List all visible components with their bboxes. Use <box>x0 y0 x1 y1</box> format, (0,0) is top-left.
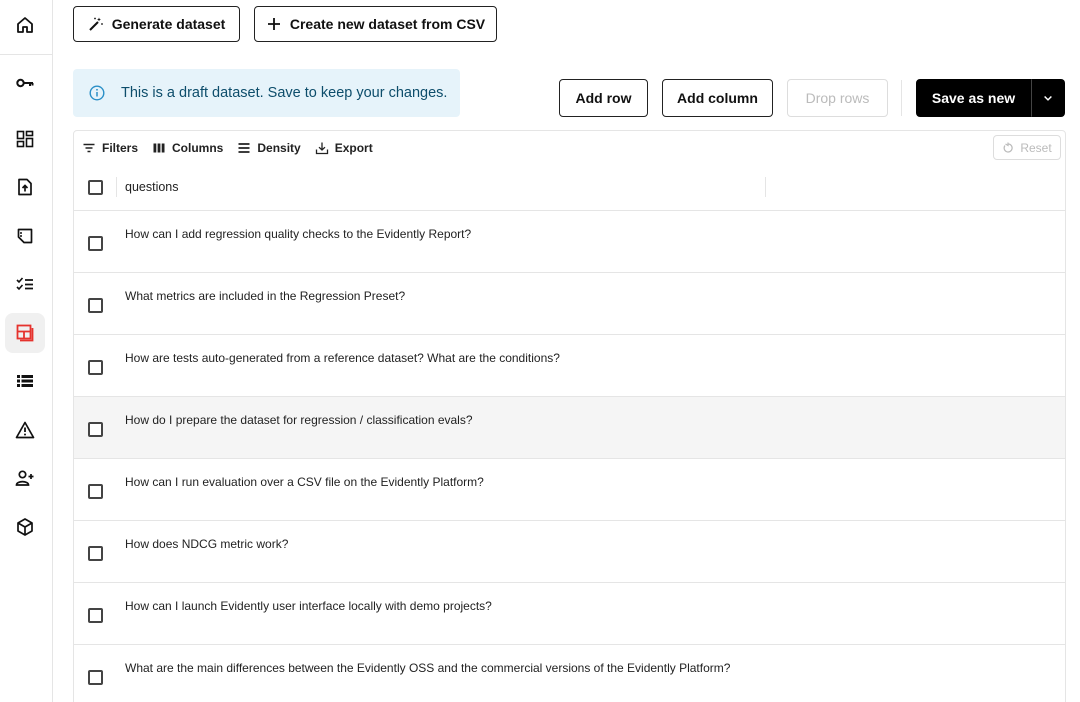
sidebar-item-dashboard[interactable] <box>5 119 45 159</box>
export-label: Export <box>334 141 373 155</box>
key-icon <box>16 78 34 88</box>
column-header-questions[interactable]: questions <box>125 180 179 194</box>
generate-dataset-button[interactable]: Generate dataset <box>73 6 240 42</box>
sidebar-item-datasets[interactable] <box>5 313 45 353</box>
row-checkbox[interactable] <box>88 608 103 623</box>
table-row[interactable]: How does NDCG metric work? <box>74 521 1065 583</box>
density-button[interactable]: Density <box>237 141 301 155</box>
grid-toolbar: Filters Columns Density Export Reset <box>74 131 1065 165</box>
download-icon <box>315 142 328 155</box>
column-resize-handle[interactable] <box>765 177 766 197</box>
cube-icon <box>17 518 33 536</box>
upload-file-icon <box>18 178 32 196</box>
question-cell[interactable]: What metrics are included in the Regress… <box>125 289 405 303</box>
sidebar-item-alerts[interactable] <box>5 410 45 450</box>
column-separator <box>116 177 117 197</box>
row-checkbox[interactable] <box>88 422 103 437</box>
columns-label: Columns <box>172 141 224 155</box>
row-checkbox[interactable] <box>88 484 103 499</box>
density-icon <box>238 143 250 153</box>
add-user-icon <box>15 470 34 486</box>
row-checkbox[interactable] <box>88 360 103 375</box>
add-row-label: Add row <box>575 90 632 106</box>
warning-icon <box>15 421 35 439</box>
save-as-new-label: Save as new <box>931 90 1016 106</box>
home-icon <box>17 17 33 33</box>
sidebar-item-api-keys[interactable] <box>5 63 45 103</box>
table-row[interactable]: How can I launch Evidently user interfac… <box>74 583 1065 645</box>
dashboard-icon <box>16 130 34 148</box>
sidebar <box>0 0 53 702</box>
row-checkbox[interactable] <box>88 546 103 561</box>
generate-dataset-label: Generate dataset <box>111 16 226 32</box>
add-column-button[interactable]: Add column <box>662 79 773 117</box>
list-icon <box>17 375 33 387</box>
sidebar-divider <box>0 54 53 55</box>
sidebar-item-documents[interactable] <box>5 216 45 256</box>
document-icon <box>17 228 33 244</box>
create-dataset-from-csv-button[interactable]: Create new dataset from CSV <box>254 6 497 42</box>
table-row[interactable]: How can I add regression quality checks … <box>74 211 1065 273</box>
question-cell[interactable]: How can I run evaluation over a CSV file… <box>125 475 484 489</box>
export-button[interactable]: Export <box>315 141 373 155</box>
density-label: Density <box>257 141 301 155</box>
sidebar-item-list[interactable] <box>5 361 45 401</box>
drop-rows-button[interactable]: Drop rows <box>787 79 888 117</box>
checklist-icon <box>16 277 33 291</box>
columns-button[interactable]: Columns <box>152 141 223 155</box>
columns-icon <box>153 143 165 153</box>
chevron-down-icon <box>1044 95 1052 101</box>
row-checkbox[interactable] <box>88 298 103 313</box>
table-header: questions <box>74 165 1065 211</box>
add-row-button[interactable]: Add row <box>559 79 648 117</box>
add-column-label: Add column <box>677 90 758 106</box>
question-cell[interactable]: How can I launch Evidently user interfac… <box>125 599 492 613</box>
create-dataset-from-csv-label: Create new dataset from CSV <box>289 16 486 32</box>
plus-icon <box>267 18 280 30</box>
question-cell[interactable]: What are the main differences between th… <box>125 661 730 675</box>
sidebar-item-models[interactable] <box>5 507 45 547</box>
sidebar-item-upload[interactable] <box>5 167 45 207</box>
draft-alert: This is a draft dataset. Save to keep yo… <box>73 69 460 117</box>
table-row[interactable]: What are the main differences between th… <box>74 645 1065 702</box>
row-checkbox[interactable] <box>88 236 103 251</box>
select-all-checkbox[interactable] <box>88 180 103 195</box>
save-as-new-button[interactable]: Save as new <box>916 79 1031 117</box>
reset-button[interactable]: Reset <box>993 135 1061 160</box>
question-cell[interactable]: How can I add regression quality checks … <box>125 227 471 241</box>
dataset-grid: Filters Columns Density Export Reset que… <box>73 130 1066 702</box>
filters-label: Filters <box>102 141 139 155</box>
magic-wand-icon <box>88 17 103 31</box>
drop-rows-label: Drop rows <box>805 90 870 106</box>
info-icon <box>89 85 105 101</box>
reset-icon <box>1003 142 1014 153</box>
table-row[interactable]: What metrics are included in the Regress… <box>74 273 1065 335</box>
row-checkbox[interactable] <box>88 670 103 685</box>
sidebar-item-tests[interactable] <box>5 264 45 304</box>
draft-alert-text: This is a draft dataset. Save to keep yo… <box>121 85 448 101</box>
question-cell[interactable]: How are tests auto-generated from a refe… <box>125 351 560 365</box>
reset-label: Reset <box>1020 140 1052 155</box>
datasets-icon <box>16 324 34 342</box>
question-cell[interactable]: How does NDCG metric work? <box>125 537 288 551</box>
table-row[interactable]: How do I prepare the dataset for regress… <box>74 397 1065 459</box>
sidebar-item-home[interactable] <box>5 5 45 45</box>
filter-icon <box>83 143 95 153</box>
table-row[interactable]: How are tests auto-generated from a refe… <box>74 335 1065 397</box>
actions-divider <box>901 80 902 116</box>
save-options-dropdown-button[interactable] <box>1031 79 1065 117</box>
table-row[interactable]: How can I run evaluation over a CSV file… <box>74 459 1065 521</box>
question-cell[interactable]: How do I prepare the dataset for regress… <box>125 413 473 427</box>
filters-button[interactable]: Filters <box>82 141 138 155</box>
sidebar-item-users[interactable] <box>5 458 45 498</box>
